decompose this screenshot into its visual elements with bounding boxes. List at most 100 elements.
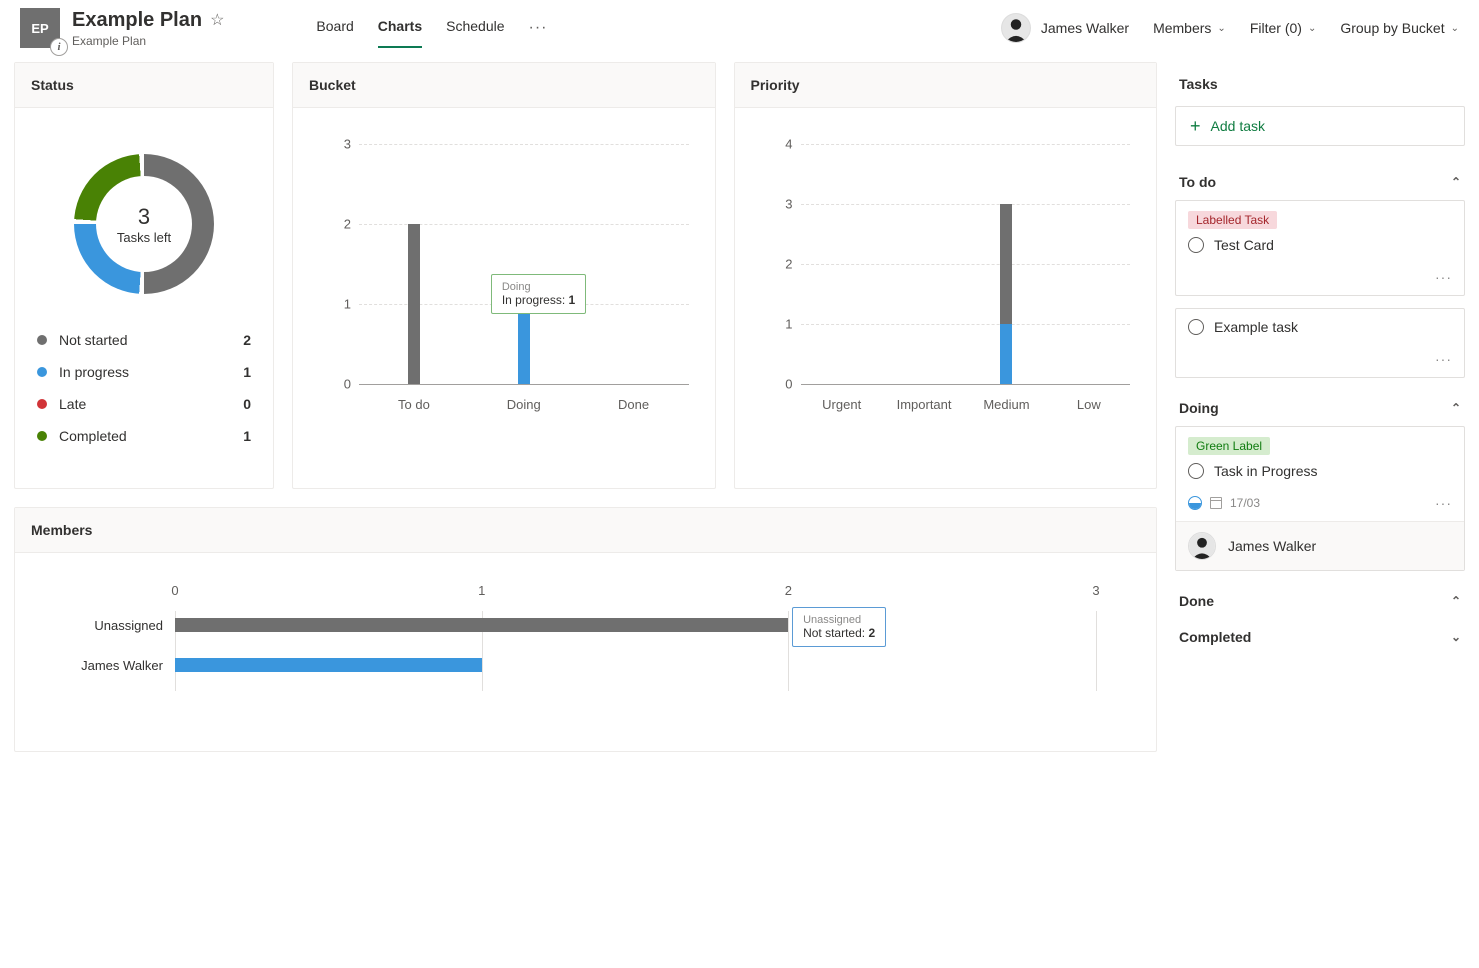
task-card[interactable]: Green Label Task in Progress 17/03 ··· [1175, 426, 1465, 571]
star-icon[interactable]: ☆ [210, 10, 224, 30]
y-tick: 2 [785, 257, 792, 272]
legend-dot-icon [37, 335, 47, 345]
task-card[interactable]: Example task ··· [1175, 308, 1465, 378]
plan-subtitle: Example Plan [72, 34, 224, 48]
task-more-icon[interactable]: ··· [1435, 269, 1452, 285]
x-label: Important [897, 397, 952, 412]
members-dropdown[interactable]: Members ⌄ [1153, 20, 1226, 36]
card-title: Members [15, 508, 1156, 553]
complete-radio[interactable] [1188, 463, 1204, 479]
tooltip-value: 1 [569, 293, 576, 307]
status-donut: 3 Tasks left [74, 154, 214, 294]
donut-center-count: 3 [138, 204, 150, 230]
bar-done[interactable]: Done [579, 144, 689, 384]
task-more-icon[interactable]: ··· [1435, 495, 1452, 511]
tooltip-title: Unassigned [803, 614, 875, 626]
x-label: Urgent [822, 397, 861, 412]
tab-board[interactable]: Board [316, 8, 353, 48]
legend-completed[interactable]: Completed 1 [37, 420, 251, 452]
bar-important[interactable]: Important [883, 144, 965, 384]
filter-label: Filter (0) [1250, 20, 1302, 36]
x-tick: 2 [785, 583, 792, 598]
bar-doing[interactable]: Doing Doing In progress: 1 [469, 144, 579, 384]
status-card: Status 3 Tasks left Not star [14, 62, 274, 489]
tab-charts[interactable]: Charts [378, 8, 422, 48]
bucket-card: Bucket 3 2 1 0 [292, 62, 716, 489]
plan-tile-text: EP [31, 21, 48, 36]
tasks-panel-title: Tasks [1175, 62, 1465, 106]
task-assignee: James Walker [1176, 521, 1464, 570]
group-header-done[interactable]: Done ⌃ [1175, 583, 1465, 619]
members-chart: 0 1 2 3 Unassigned Unassigned N [15, 553, 1156, 751]
add-task-button[interactable]: + Add task [1175, 106, 1465, 146]
bar-urgent[interactable]: Urgent [801, 144, 883, 384]
x-label: Doing [507, 397, 541, 412]
legend-label: Late [59, 396, 243, 412]
tooltip-value: 2 [868, 626, 875, 640]
group-by-label: Group by Bucket [1340, 20, 1444, 36]
user-name: James Walker [1041, 20, 1129, 36]
chevron-down-icon: ⌄ [1308, 23, 1316, 34]
bar-medium[interactable]: Medium [965, 144, 1047, 384]
group-header-completed[interactable]: Completed ⌄ [1175, 619, 1465, 655]
group-by-dropdown[interactable]: Group by Bucket ⌄ [1340, 20, 1459, 36]
view-tabs: Board Charts Schedule ··· [316, 8, 547, 48]
card-title: Priority [735, 63, 1157, 108]
task-title: Example task [1214, 319, 1298, 335]
chevron-down-icon: ⌄ [1451, 23, 1459, 34]
group-header-doing[interactable]: Doing ⌃ [1175, 390, 1465, 426]
filter-dropdown[interactable]: Filter (0) ⌄ [1250, 20, 1317, 36]
legend-value: 0 [243, 396, 251, 412]
members-label: Members [1153, 20, 1211, 36]
avatar [1001, 13, 1031, 43]
legend-dot-icon [37, 399, 47, 409]
complete-radio[interactable] [1188, 319, 1204, 335]
legend-value: 1 [243, 364, 251, 380]
more-tabs-icon[interactable]: ··· [529, 19, 548, 37]
complete-radio[interactable] [1188, 237, 1204, 253]
legend-label: Completed [59, 428, 243, 444]
task-date: 17/03 [1230, 496, 1260, 510]
calendar-icon [1210, 497, 1222, 509]
plus-icon: + [1190, 117, 1201, 135]
legend-not-started[interactable]: Not started 2 [37, 324, 251, 356]
add-task-label: Add task [1211, 118, 1265, 134]
bar-todo[interactable]: To do [359, 144, 469, 384]
hbar-unassigned[interactable]: Unassigned Unassigned Not started: 2 [175, 611, 1096, 639]
legend-dot-icon [37, 367, 47, 377]
x-label: To do [398, 397, 430, 412]
progress-half-icon [1188, 496, 1202, 510]
tab-schedule[interactable]: Schedule [446, 8, 504, 48]
bar-low[interactable]: Low [1048, 144, 1130, 384]
hbar-label: James Walker [81, 658, 163, 673]
y-tick: 0 [785, 377, 792, 392]
x-label: Medium [983, 397, 1029, 412]
legend-label: Not started [59, 332, 243, 348]
tasks-panel: Tasks + Add task To do ⌃ Labelled Task T… [1175, 62, 1465, 752]
card-title: Status [15, 63, 273, 108]
legend-late[interactable]: Late 0 [37, 388, 251, 420]
info-icon[interactable]: i [50, 38, 68, 56]
x-label: Low [1077, 397, 1101, 412]
group-header-todo[interactable]: To do ⌃ [1175, 164, 1465, 200]
hbar-label: Unassigned [94, 618, 163, 633]
legend-value: 2 [243, 332, 251, 348]
hbar-james[interactable]: James Walker [175, 651, 1096, 679]
assignee-name: James Walker [1228, 538, 1316, 554]
chevron-up-icon: ⌃ [1451, 175, 1461, 189]
content: Status 3 Tasks left Not star [0, 48, 1479, 766]
plan-tile: EP i [20, 8, 60, 48]
current-user[interactable]: James Walker [1001, 13, 1129, 43]
x-tick: 0 [171, 583, 178, 598]
legend-in-progress[interactable]: In progress 1 [37, 356, 251, 388]
task-card[interactable]: Labelled Task Test Card ··· [1175, 200, 1465, 296]
task-label-badge: Labelled Task [1188, 211, 1277, 229]
y-tick: 2 [344, 216, 351, 231]
app-header: EP i Example Plan ☆ Example Plan Board C… [0, 0, 1479, 48]
legend-dot-icon [37, 431, 47, 441]
group-label: Doing [1179, 400, 1219, 416]
task-more-icon[interactable]: ··· [1435, 351, 1452, 367]
chevron-up-icon: ⌃ [1451, 401, 1461, 415]
y-tick: 3 [344, 137, 351, 152]
task-title: Task in Progress [1214, 463, 1317, 479]
